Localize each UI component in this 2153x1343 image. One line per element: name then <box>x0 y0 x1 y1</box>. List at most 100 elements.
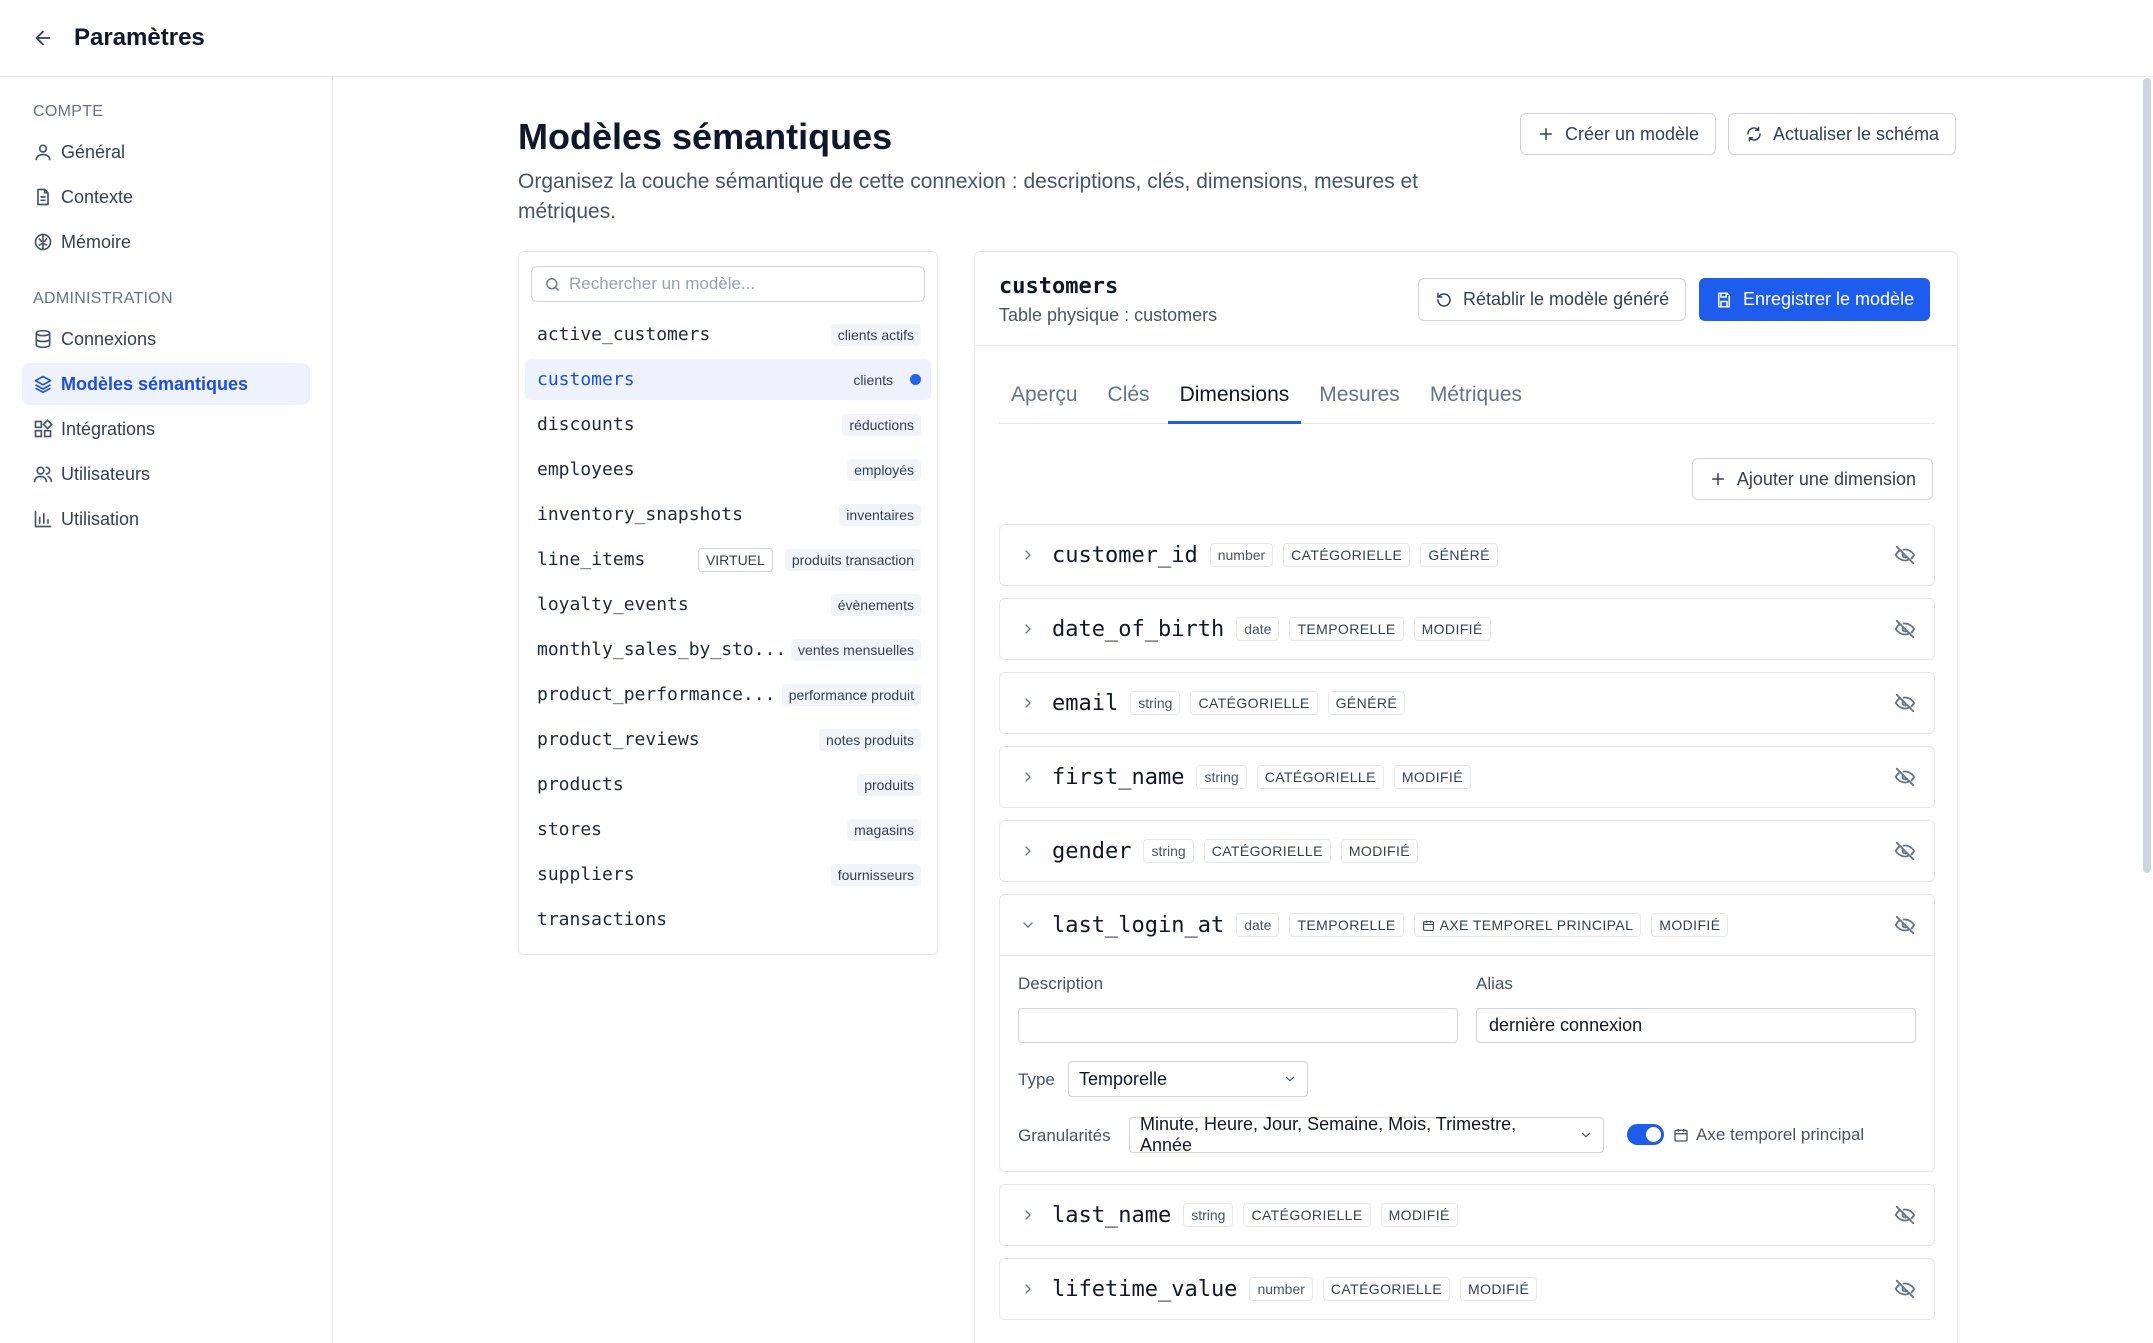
chevron-down-icon[interactable] <box>1020 917 1036 933</box>
model-name: product_performance... <box>537 684 776 705</box>
description-input[interactable] <box>1018 1008 1458 1043</box>
model-list-item[interactable]: transactions <box>525 899 931 940</box>
chevron-right-icon[interactable] <box>1020 1207 1036 1223</box>
tab-apercu[interactable]: Aperçu <box>999 376 1090 424</box>
primary-axis-toggle-label: Axe temporel principal <box>1673 1125 1864 1145</box>
plus-icon <box>1711 473 1724 485</box>
model-list-item[interactable]: suppliers fournisseurs <box>525 854 931 895</box>
model-alias-badge: clients actifs <box>830 323 921 346</box>
dimension-header[interactable]: first_name string CATÉGORIELLE MODIFIÉ <box>1000 747 1934 807</box>
eye-off-icon[interactable] <box>1894 1204 1916 1226</box>
modified-dot <box>910 374 921 385</box>
sidebar-item-integrations[interactable]: Intégrations <box>22 408 310 450</box>
chevron-right-icon[interactable] <box>1020 843 1036 859</box>
dimension-header[interactable]: customer_id number CATÉGORIELLE GÉNÉRÉ <box>1000 525 1934 585</box>
sidebar-item-connexions[interactable]: Connexions <box>22 318 310 360</box>
create-model-button[interactable]: Créer un modèle <box>1520 113 1717 155</box>
dimension-kind-badge: CATÉGORIELLE <box>1203 839 1331 863</box>
page-header-title: Paramètres <box>74 24 205 51</box>
calendar-icon <box>1422 920 1434 931</box>
model-alias-badge: employés <box>847 458 921 481</box>
model-list-item[interactable]: inventory_snapshots inventaires <box>525 494 931 535</box>
status-badge: MODIFIÉ <box>1380 1203 1458 1227</box>
model-alias-badge: produits <box>857 773 921 796</box>
chevron-down-icon <box>1285 1076 1295 1082</box>
dimension-header[interactable]: date_of_birth date TEMPORELLE MODIFIÉ <box>1000 599 1934 659</box>
save-model-button[interactable]: Enregistrer le modèle <box>1699 278 1931 321</box>
data-type-badge: number <box>1209 543 1274 567</box>
model-alias-badge: notes produits <box>819 728 921 751</box>
primary-axis-badge: AXE TEMPOREL PRINCIPAL <box>1413 913 1642 937</box>
dimension-header[interactable]: email string CATÉGORIELLE GÉNÉRÉ <box>1000 673 1934 733</box>
model-list-item[interactable]: loyalty_events évènements <box>525 584 931 625</box>
model-list-item[interactable]: discounts réductions <box>525 404 931 445</box>
type-select-value: Temporelle <box>1079 1068 1168 1089</box>
arrow-left-icon[interactable] <box>32 27 54 49</box>
type-select[interactable]: Temporelle <box>1068 1061 1308 1097</box>
model-list-item[interactable]: customers clients <box>525 359 931 400</box>
granularities-label: Granularités <box>1018 1126 1111 1145</box>
status-badge: MODIFIÉ <box>1460 1277 1538 1301</box>
status-badge: MODIFIÉ <box>1651 913 1729 937</box>
model-list-item[interactable]: product_performance... performance produi… <box>525 674 931 715</box>
sidebar-item-general[interactable]: Général <box>22 131 310 173</box>
model-list-item[interactable]: active_customers clients actifs <box>525 314 931 355</box>
model-list-item[interactable]: product_reviews notes produits <box>525 719 931 760</box>
reset-model-button[interactable]: Rétablir le modèle généré <box>1418 278 1687 321</box>
eye-off-icon[interactable] <box>1894 618 1916 640</box>
sidebar-section-administration: ADMINISTRATION <box>33 290 173 307</box>
dimension-name: date_of_birth <box>1052 616 1225 642</box>
dimension-header[interactable]: gender string CATÉGORIELLE MODIFIÉ <box>1000 821 1934 881</box>
add-dimension-button[interactable]: Ajouter une dimension <box>1691 458 1933 500</box>
eye-off-icon[interactable] <box>1894 1278 1916 1300</box>
chevron-right-icon[interactable] <box>1020 695 1036 711</box>
sidebar-item-contexte[interactable]: Contexte <box>22 176 310 218</box>
granularities-select[interactable]: Minute, Heure, Jour, Semaine, Mois, Trim… <box>1129 1114 1604 1155</box>
sidebar-item-label: Général <box>61 141 126 162</box>
model-search-input[interactable]: Rechercher un modèle... <box>531 266 925 302</box>
sidebar-item-utilisation[interactable]: Utilisation <box>22 498 310 540</box>
eye-off-icon[interactable] <box>1894 766 1916 788</box>
eye-off-icon[interactable] <box>1894 914 1916 936</box>
tab-dimensions[interactable]: Dimensions <box>1167 376 1302 424</box>
dimension-header[interactable]: lifetime_value number CATÉGORIELLE MODIFI… <box>1000 1259 1934 1319</box>
eye-off-icon[interactable] <box>1894 840 1916 862</box>
eye-off-icon[interactable] <box>1894 692 1916 714</box>
model-list-item[interactable]: products produits <box>525 764 931 805</box>
granularities-value: Minute, Heure, Jour, Semaine, Mois, Trim… <box>1140 1114 1517 1155</box>
refresh-schema-label: Actualiser le schéma <box>1773 123 1940 144</box>
tab-metriques[interactable]: Métriques <box>1418 376 1534 424</box>
sidebar-item-label: Modèles sémantiques <box>61 373 249 394</box>
sidebar-item-modeles-semantiques[interactable]: Modèles sémantiques <box>22 363 310 405</box>
dimension-header[interactable]: last_login_at date TEMPORELLE AXE TEMPORE… <box>1000 895 1934 955</box>
model-list-item[interactable]: monthly_sales_by_sto... ventes mensuelles <box>525 629 931 670</box>
data-type-badge: date <box>1236 617 1280 641</box>
model-list-item[interactable]: employees employés <box>525 449 931 490</box>
dimension-kind-badge: CATÉGORIELLE <box>1322 1277 1451 1301</box>
model-list-item[interactable]: stores magasins <box>525 809 931 850</box>
alias-input[interactable]: dernière connexion <box>1476 1008 1916 1043</box>
tab-mesures[interactable]: Mesures <box>1307 376 1412 424</box>
sidebar-item-utilisateurs[interactable]: Utilisateurs <box>22 453 310 495</box>
dimension-header[interactable]: last_name string CATÉGORIELLE MODIFIÉ <box>1000 1185 1934 1245</box>
model-list-item[interactable]: line_items VIRTUEL produits transaction <box>525 539 931 580</box>
model-alias-badge: réductions <box>842 413 921 436</box>
sidebar-item-memoire[interactable]: Mémoire <box>22 221 310 263</box>
eye-off-icon[interactable] <box>1894 544 1916 566</box>
chevron-right-icon[interactable] <box>1020 1281 1036 1297</box>
database-icon <box>35 329 51 349</box>
chevron-right-icon[interactable] <box>1020 769 1036 785</box>
dimension-card: customer_id number CATÉGORIELLE GÉNÉRÉ <box>999 524 1935 586</box>
refresh-schema-button[interactable]: Actualiser le schéma <box>1728 113 1957 155</box>
chevron-right-icon[interactable] <box>1020 547 1036 563</box>
primary-axis-toggle[interactable] <box>1627 1124 1664 1145</box>
model-name: product_reviews <box>537 729 700 750</box>
dimension-list: customer_id number CATÉGORIELLE GÉNÉRÉ da… <box>999 524 1935 1332</box>
model-alias-badge: fournisseurs <box>830 863 921 886</box>
chevron-right-icon[interactable] <box>1020 621 1036 637</box>
model-name: transactions <box>537 909 668 930</box>
page-scrollbar[interactable] <box>2143 78 2151 873</box>
tab-cles[interactable]: Clés <box>1096 376 1162 424</box>
layers-icon <box>34 375 52 394</box>
user-icon <box>35 144 51 161</box>
